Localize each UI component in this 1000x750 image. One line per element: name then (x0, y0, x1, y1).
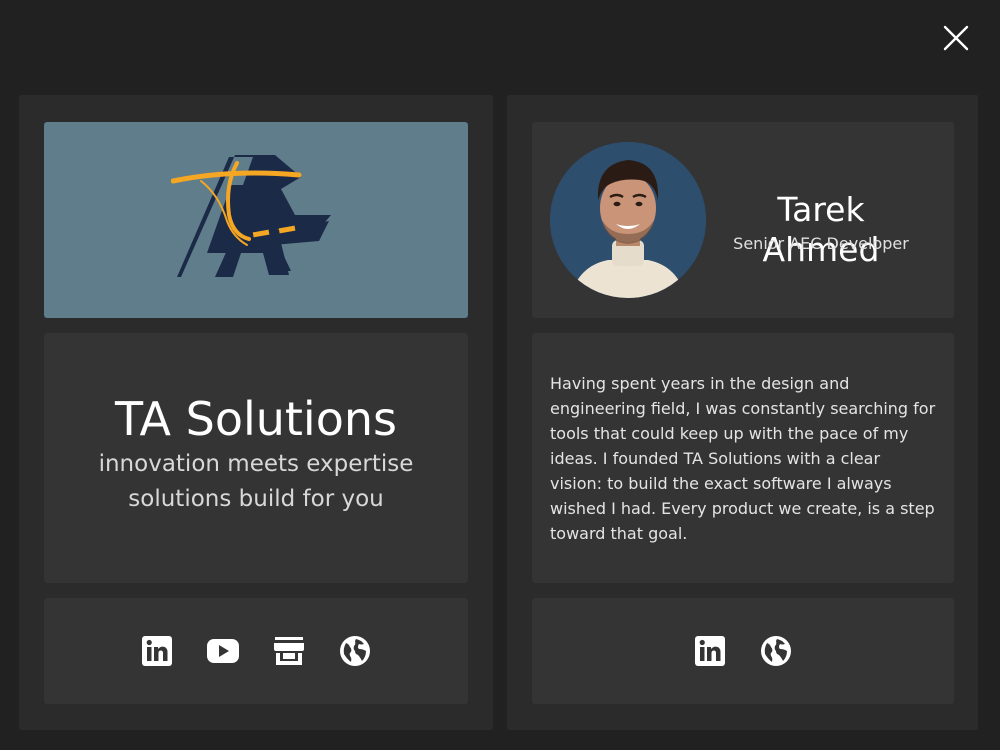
company-website-button[interactable] (337, 633, 373, 669)
profile-card: Tarek Ahmed Senior AEC Developer (532, 122, 954, 318)
person-links-card (532, 598, 954, 704)
person-website-button[interactable] (758, 633, 794, 669)
ta-solutions-logo (171, 155, 331, 277)
close-button[interactable] (938, 20, 974, 56)
globe-icon (340, 636, 370, 666)
bio-text: Having spent years in the design and eng… (550, 373, 936, 543)
linkedin-icon (695, 636, 725, 666)
company-logo-card (44, 122, 468, 318)
person-panel: Tarek Ahmed Senior AEC Developer Having … (507, 95, 978, 730)
company-panel: TA Solutions innovation meets expertise … (19, 95, 493, 730)
avatar (550, 142, 706, 298)
store-icon (274, 637, 304, 665)
company-youtube-button[interactable] (205, 633, 241, 669)
person-name: Tarek Ahmed (762, 190, 880, 269)
company-tagline-line2: solutions build for you (128, 486, 384, 512)
company-store-button[interactable] (271, 633, 307, 669)
company-name: TA Solutions (115, 392, 397, 446)
company-tagline-line1: innovation meets expertise (98, 451, 414, 477)
about-dialog: TA Solutions innovation meets expertise … (0, 0, 1000, 750)
company-links-card (44, 598, 468, 704)
close-icon (943, 25, 969, 51)
linkedin-icon (142, 636, 172, 666)
youtube-icon (207, 639, 239, 663)
person-photo (550, 142, 706, 298)
globe-icon (761, 636, 791, 666)
company-linkedin-button[interactable] (139, 633, 175, 669)
person-role: Senior AEC Developer (733, 234, 909, 253)
bio-card: Having spent years in the design and eng… (532, 333, 954, 583)
company-brand-card: TA Solutions innovation meets expertise … (44, 333, 468, 583)
person-linkedin-button[interactable] (692, 633, 728, 669)
